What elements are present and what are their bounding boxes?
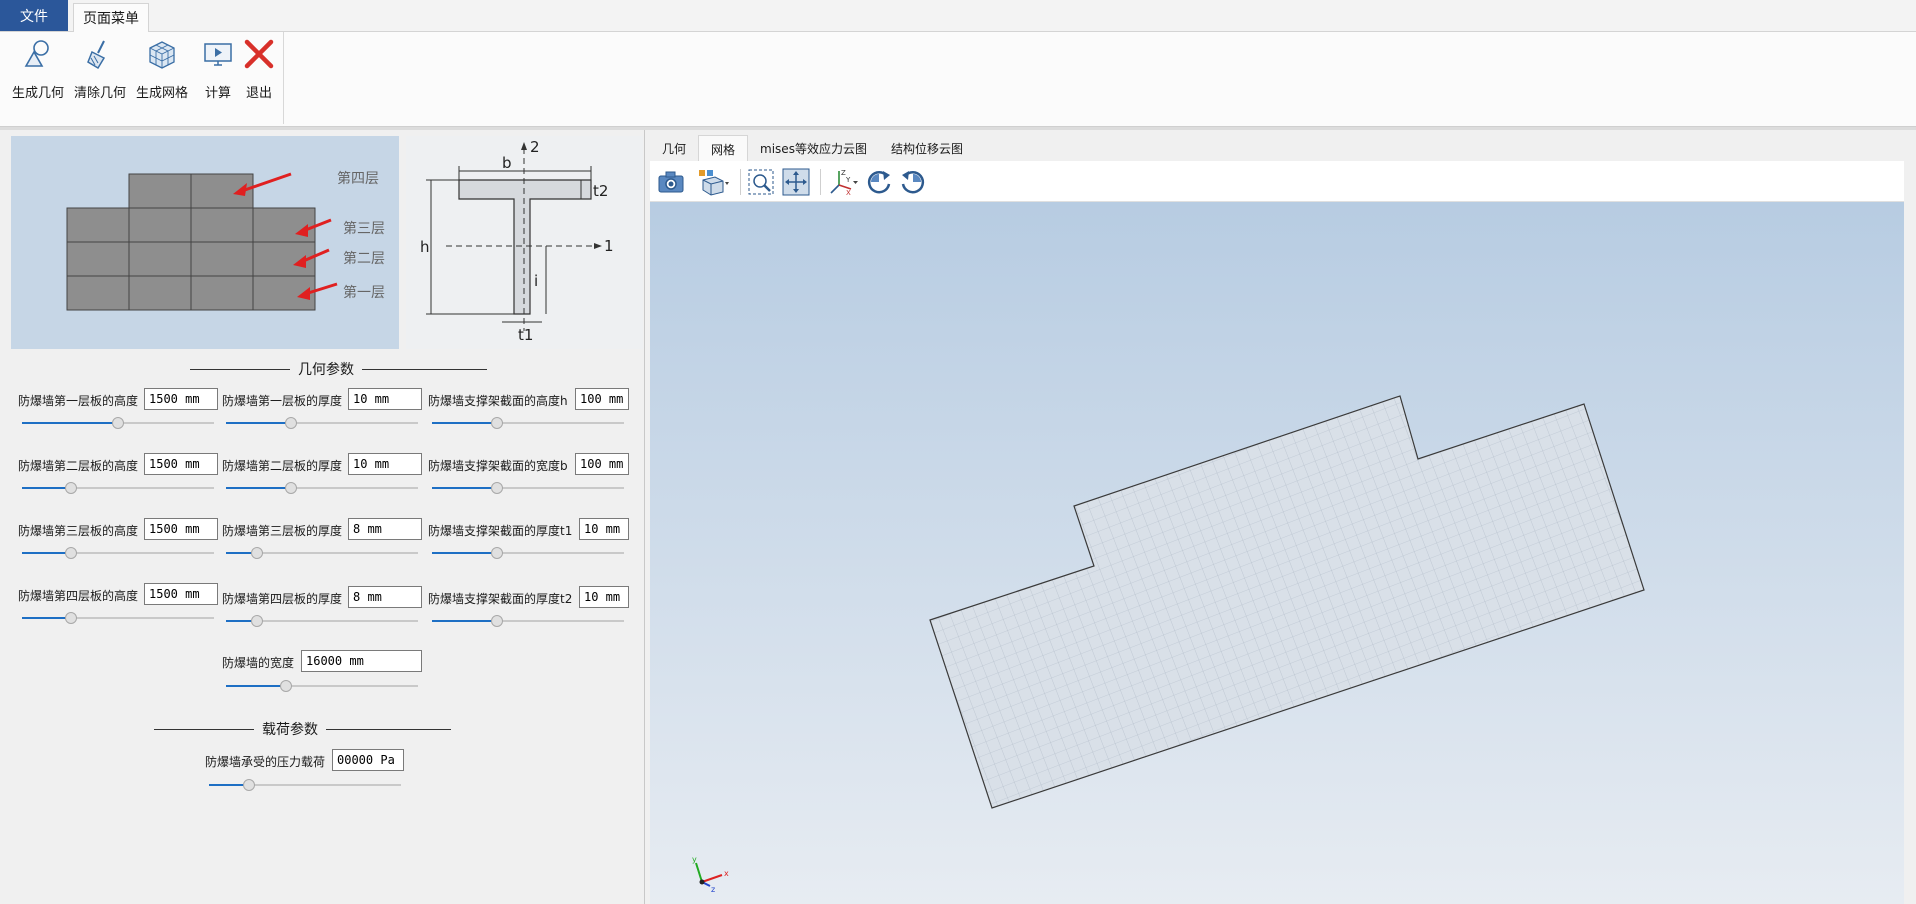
- param-label: 防爆墙承受的压力载荷: [205, 755, 326, 769]
- layer3-thickness-input[interactable]: 8 mm: [348, 518, 422, 540]
- axis-label-z: z: [711, 885, 715, 894]
- support-thickness-t2-input[interactable]: 10 mm: [579, 586, 629, 608]
- param-label: 防爆墙支撑架截面的厚度t2: [428, 592, 573, 606]
- mesh-cube-icon: [145, 36, 179, 72]
- close-x-icon: [242, 36, 276, 72]
- axis-label-y: y: [692, 855, 697, 864]
- wall-layers-diagram: 第四层 第三层 第二层 第一层: [11, 136, 399, 349]
- support-height-h-input[interactable]: 100 mm: [575, 388, 629, 410]
- viewer-toolbar: ZYX: [650, 161, 1904, 202]
- axis-1-label: 1: [604, 237, 614, 255]
- param-label: 防爆墙第二层板的高度: [18, 459, 139, 473]
- clear-geometry-button[interactable]: 清除几何: [74, 36, 126, 106]
- param-label: 防爆墙第四层板的高度: [18, 589, 139, 603]
- layer1-thickness-input[interactable]: 10 mm: [348, 388, 422, 410]
- layer-label-3: 第三层: [343, 220, 385, 237]
- param-label: 防爆墙支撑架截面的宽度b: [428, 459, 568, 473]
- t-section-diagram: 2 1 b t2 h i t1: [406, 136, 643, 349]
- layer-label-4: 第四层: [337, 170, 379, 187]
- param-label: 防爆墙支撑架截面的厚度t1: [428, 524, 573, 538]
- layer-label-1: 第一层: [343, 284, 385, 301]
- dim-h-label: h: [420, 238, 430, 256]
- param-label: 防爆墙第三层板的厚度: [222, 524, 343, 538]
- layer4-height-input[interactable]: 1500 mm: [144, 583, 218, 605]
- axis-label-x: x: [724, 869, 729, 878]
- param-label: 防爆墙第三层板的高度: [18, 524, 139, 538]
- layer4-height-slider[interactable]: [22, 612, 214, 624]
- broom-icon: [83, 36, 117, 72]
- layer2-thickness-slider[interactable]: [226, 482, 418, 494]
- zoom-box-icon[interactable]: [746, 167, 776, 197]
- param-label: 防爆墙的宽度: [222, 656, 295, 670]
- pressure-load-input[interactable]: 00000 Pa: [332, 749, 404, 771]
- svg-text:Y: Y: [845, 176, 851, 184]
- load-params-title: 载荷参数: [154, 719, 451, 739]
- dim-t2-label: t2: [593, 182, 608, 200]
- support-thickness-t1-input[interactable]: 10 mm: [579, 518, 629, 540]
- param-label: 防爆墙第一层板的厚度: [222, 394, 343, 408]
- fit-all-icon[interactable]: [781, 167, 811, 197]
- tab-geometry[interactable]: 几何: [650, 135, 698, 161]
- rotate-right-icon[interactable]: [898, 167, 928, 197]
- layer3-height-slider[interactable]: [22, 547, 214, 559]
- axis-orient-icon[interactable]: ZYX: [826, 167, 860, 197]
- tab-page-menu[interactable]: 页面菜单: [73, 3, 149, 32]
- tab-mesh[interactable]: 网格: [698, 135, 749, 161]
- pressure-load-slider[interactable]: [209, 779, 401, 791]
- viewer-tabs: 几何 网格 mises等效应力云图 结构位移云图: [650, 135, 975, 161]
- dim-i-label: i: [534, 272, 538, 290]
- param-label: 防爆墙第四层板的厚度: [222, 592, 343, 606]
- compute-monitor-icon: [201, 36, 235, 72]
- ribbon-toolbar: 生成几何 清除几何 生成网格 计算 退出: [0, 32, 1916, 127]
- tab-mises-stress[interactable]: mises等效应力云图: [748, 135, 879, 161]
- display-mode-icon[interactable]: [696, 167, 732, 197]
- wall-width-slider[interactable]: [226, 680, 418, 692]
- layer4-thickness-input[interactable]: 8 mm: [348, 586, 422, 608]
- geometry-icon: [21, 36, 55, 72]
- dim-t1-label: t1: [518, 326, 533, 344]
- support-width-b-slider[interactable]: [432, 482, 624, 494]
- axis-triad: y x z: [692, 855, 729, 894]
- dim-b-label: b: [502, 154, 512, 172]
- generate-geometry-button[interactable]: 生成几何: [12, 36, 64, 106]
- layer-label-2: 第二层: [343, 250, 385, 267]
- generate-mesh-button[interactable]: 生成网格: [136, 36, 188, 106]
- layer1-height-input[interactable]: 1500 mm: [144, 388, 218, 410]
- mesh-viewport[interactable]: y x z: [650, 202, 1904, 904]
- wall-mesh: [929, 395, 1645, 809]
- wall-width-input[interactable]: 16000 mm: [301, 650, 422, 672]
- layer3-height-input[interactable]: 1500 mm: [144, 518, 218, 540]
- layer1-thickness-slider[interactable]: [226, 417, 418, 429]
- svg-text:X: X: [846, 189, 851, 197]
- layer2-height-input[interactable]: 1500 mm: [144, 453, 218, 475]
- ribbon-tabbar: 文件 页面菜单: [0, 0, 1916, 32]
- support-thickness-t2-slider[interactable]: [432, 615, 624, 627]
- tab-file[interactable]: 文件: [0, 0, 68, 31]
- layer2-height-slider[interactable]: [22, 482, 214, 494]
- layer2-thickness-input[interactable]: 10 mm: [348, 453, 422, 475]
- compute-button[interactable]: 计算: [201, 36, 235, 106]
- layer3-thickness-slider[interactable]: [226, 547, 418, 559]
- param-label: 防爆墙支撑架截面的高度h: [428, 394, 568, 408]
- rotate-left-icon[interactable]: [864, 167, 894, 197]
- camera-icon[interactable]: [656, 167, 686, 197]
- layer4-thickness-slider[interactable]: [226, 615, 418, 627]
- ribbon-separator: [283, 32, 284, 124]
- axis-2-label: 2: [530, 138, 540, 156]
- exit-button[interactable]: 退出: [242, 36, 276, 106]
- tab-displacement[interactable]: 结构位移云图: [879, 135, 975, 161]
- layer1-height-slider[interactable]: [22, 417, 214, 429]
- support-thickness-t1-slider[interactable]: [432, 547, 624, 559]
- support-height-h-slider[interactable]: [432, 417, 624, 429]
- geometry-params-title: 几何参数: [190, 359, 487, 379]
- support-width-b-input[interactable]: 100 mm: [575, 453, 629, 475]
- param-label: 防爆墙第一层板的高度: [18, 394, 139, 408]
- parameter-panel: 第四层 第三层 第二层 第一层 2 1 b t2 h i t1 几何参数 防爆墙…: [0, 130, 645, 904]
- param-label: 防爆墙第二层板的厚度: [222, 459, 343, 473]
